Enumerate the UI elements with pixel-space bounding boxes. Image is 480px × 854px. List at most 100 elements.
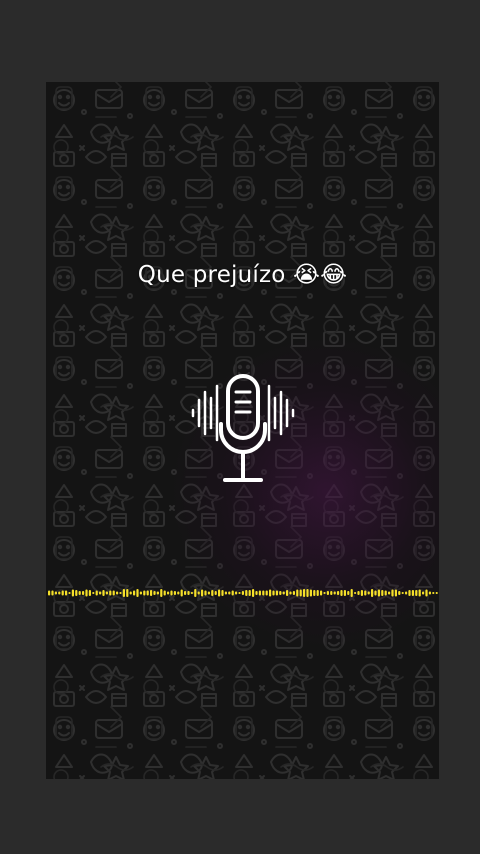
waveform-bar bbox=[258, 590, 261, 596]
waveform-bar bbox=[306, 589, 309, 597]
waveform-bar bbox=[292, 591, 295, 595]
waveform-bar bbox=[153, 591, 156, 595]
waveform-bar bbox=[422, 591, 425, 595]
waveform-bar bbox=[384, 590, 387, 596]
waveform-bar bbox=[78, 591, 81, 595]
waveform-bar bbox=[381, 590, 384, 596]
waveform-bar bbox=[316, 590, 319, 596]
waveform-bar bbox=[398, 591, 401, 595]
page: Que prejuízo 😭😂 bbox=[0, 0, 480, 854]
waveform-bar bbox=[343, 590, 346, 596]
waveform-bar bbox=[371, 589, 374, 597]
video-frame[interactable]: Que prejuízo 😭😂 bbox=[46, 82, 439, 779]
waveform-bar bbox=[116, 591, 119, 595]
waveform-bar bbox=[160, 589, 163, 597]
waveform-bar bbox=[269, 589, 272, 597]
waveform-bar bbox=[357, 591, 360, 595]
waveform-bar bbox=[126, 589, 129, 597]
waveform-bar bbox=[313, 590, 316, 596]
waveform-bar bbox=[377, 589, 380, 597]
waveform-bar bbox=[187, 591, 190, 595]
waveform-bar bbox=[252, 589, 255, 597]
waveform-bar bbox=[418, 589, 421, 597]
waveform-bar bbox=[245, 590, 248, 596]
waveform-bar bbox=[85, 589, 88, 597]
waveform-bar bbox=[61, 590, 64, 596]
waveform-bar bbox=[238, 592, 241, 594]
waveform-bar bbox=[207, 591, 210, 595]
waveform-bar bbox=[432, 592, 435, 594]
waveform-bar bbox=[388, 591, 391, 595]
waveform-bar bbox=[54, 591, 57, 595]
waveform-bar bbox=[224, 591, 227, 595]
waveform-bar bbox=[279, 591, 282, 595]
waveform-bar bbox=[391, 589, 394, 597]
waveform-bar bbox=[296, 589, 299, 597]
waveform-bar bbox=[119, 592, 122, 594]
waveform-bar bbox=[299, 589, 302, 597]
microphone-icon bbox=[191, 374, 295, 482]
waveform-bar bbox=[221, 590, 224, 596]
waveform-bar bbox=[415, 590, 418, 596]
waveform-bar bbox=[156, 591, 159, 595]
waveform-bar bbox=[136, 589, 139, 597]
waveform-bar bbox=[309, 589, 312, 597]
waveform-bar bbox=[286, 590, 289, 596]
waveform-bar bbox=[109, 590, 112, 596]
audio-waveform-icon bbox=[48, 589, 438, 597]
waveform-bar bbox=[122, 589, 125, 597]
waveform-bar bbox=[360, 590, 363, 596]
waveform-bar bbox=[411, 590, 414, 596]
waveform-bar bbox=[326, 591, 329, 595]
waveform-bar bbox=[425, 589, 428, 597]
waveform-bar bbox=[367, 591, 370, 595]
waveform-bar bbox=[65, 590, 68, 596]
waveform-bar bbox=[51, 590, 54, 596]
waveform-bar bbox=[218, 589, 221, 597]
waveform-bar bbox=[265, 590, 268, 596]
waveform-bar bbox=[68, 592, 71, 594]
waveform-bar bbox=[112, 590, 115, 596]
waveform-bar bbox=[180, 589, 183, 597]
waveform-bar bbox=[95, 590, 98, 596]
waveform-bar bbox=[333, 591, 336, 595]
waveform-bar bbox=[405, 591, 408, 595]
waveform-bar bbox=[231, 590, 234, 596]
waveform-bar bbox=[48, 590, 51, 596]
waveform-bar bbox=[102, 590, 105, 596]
waveform-bar bbox=[129, 591, 132, 595]
waveform-bar bbox=[201, 589, 204, 597]
waveform-bar bbox=[350, 589, 353, 597]
waveform-bar bbox=[408, 590, 411, 596]
waveform-bar bbox=[75, 590, 78, 596]
waveform-bar bbox=[354, 592, 357, 594]
waveform-bar bbox=[163, 590, 166, 596]
waveform-bar bbox=[228, 591, 231, 595]
waveform-bar bbox=[211, 590, 214, 596]
waveform-bar bbox=[92, 592, 95, 594]
waveform-bar bbox=[303, 589, 306, 597]
waveform-bar bbox=[364, 590, 367, 596]
waveform-bar bbox=[282, 591, 285, 595]
waveform-bar bbox=[347, 591, 350, 595]
waveform-bar bbox=[88, 590, 91, 596]
waveform-bar bbox=[184, 591, 187, 595]
waveform-bar bbox=[401, 592, 404, 594]
waveform-bar bbox=[330, 591, 333, 595]
waveform-bar bbox=[275, 590, 278, 596]
waveform-bar bbox=[99, 591, 102, 595]
waveform-bar bbox=[374, 590, 377, 596]
waveform-bar bbox=[272, 590, 275, 596]
waveform-bar bbox=[428, 591, 431, 595]
waveform-bar bbox=[150, 590, 153, 596]
waveform-bar bbox=[143, 590, 146, 596]
waveform-bar bbox=[197, 591, 200, 595]
waveform-bar bbox=[190, 592, 193, 594]
waveform-bar bbox=[194, 589, 197, 597]
waveform-bar bbox=[139, 591, 142, 595]
waveform-bar bbox=[289, 591, 292, 595]
waveform-bar bbox=[323, 592, 326, 594]
waveform-bar bbox=[337, 591, 340, 595]
video-caption: Que prejuízo 😭😂 bbox=[137, 262, 348, 288]
waveform-bar bbox=[262, 590, 265, 596]
